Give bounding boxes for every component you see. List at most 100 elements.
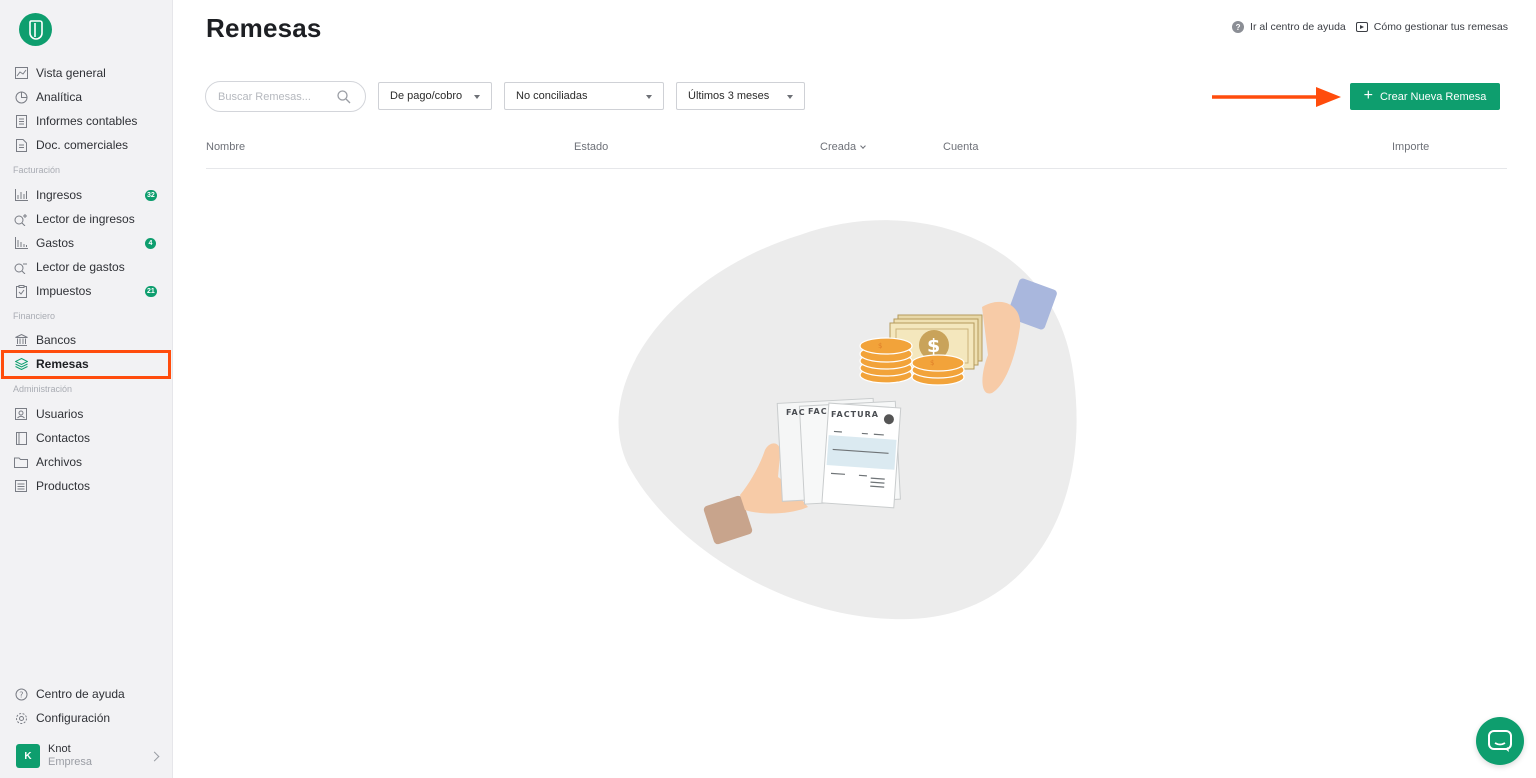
table-header-divider — [206, 168, 1507, 169]
sidebar-item-informes-contables[interactable]: Informes contables — [0, 109, 173, 133]
sidebar-item-productos[interactable]: Productos — [0, 474, 173, 498]
column-header-nombre[interactable]: Nombre — [206, 141, 245, 153]
question-icon: ? — [1232, 21, 1245, 33]
account-name: Knot — [48, 743, 71, 755]
sidebar-item-label: Analítica — [36, 90, 83, 104]
search-minus-icon — [14, 260, 28, 274]
sidebar-item-label: Gastos — [36, 236, 75, 250]
coin-dollar-symbol: $ — [878, 342, 882, 350]
empty-state-illustration: $ $ $ FAC FAC FACTURA — [618, 220, 1077, 620]
caret-down-icon — [474, 95, 480, 99]
sidebar-item-label: Lector de gastos — [36, 260, 125, 274]
create-remesa-label: Crear Nueva Remesa — [1379, 90, 1487, 103]
sidebar-item-lector-ingresos[interactable]: Lector de ingresos — [0, 207, 173, 231]
layers-icon — [14, 357, 28, 371]
sidebar-item-label: Contactos — [36, 431, 91, 445]
column-header-creada[interactable]: Creada — [820, 141, 866, 153]
sidebar-item-label: Bancos — [36, 333, 77, 347]
account-info: Knot Empresa — [48, 743, 92, 769]
sidebar-item-impuestos[interactable]: Impuestos 21 — [0, 279, 173, 303]
chat-support-button[interactable] — [1476, 717, 1524, 765]
sidebar-item-doc-comerciales[interactable]: Doc. comerciales — [0, 133, 173, 157]
invoice-label: FACTURA — [831, 410, 879, 419]
app-logo[interactable] — [19, 13, 52, 46]
caret-down-icon — [646, 95, 652, 99]
gear-icon — [14, 711, 28, 725]
sidebar-item-contactos[interactable]: Contactos — [0, 426, 173, 450]
bar-chart-down-icon — [14, 236, 28, 250]
sidebar-item-label: Ingresos — [36, 188, 83, 202]
sidebar-item-configuracion[interactable]: Configuración — [0, 706, 173, 730]
chart-area-icon — [14, 66, 28, 80]
address-book-icon — [14, 431, 28, 445]
caret-down-icon — [787, 95, 793, 99]
user-card-icon — [14, 407, 28, 421]
sidebar-item-label: Impuestos — [36, 284, 92, 298]
sidebar-item-label: Vista general — [36, 66, 106, 80]
svg-text:?: ? — [19, 690, 23, 699]
sidebar-item-vista-general[interactable]: Vista general — [0, 61, 173, 85]
plus-icon: + — [1363, 86, 1373, 104]
sidebar-item-label: Remesas — [36, 357, 89, 371]
sidebar-item-usuarios[interactable]: Usuarios — [0, 402, 173, 426]
app: Vista general Analítica Informes contabl… — [0, 0, 1536, 778]
sidebar-item-archivos[interactable]: Archivos — [0, 450, 173, 474]
video-guide-link[interactable]: Cómo gestionar tus remesas — [1355, 21, 1508, 33]
type-filter-value: De pago/cobro — [390, 90, 463, 102]
column-header-estado[interactable]: Estado — [574, 141, 608, 153]
invoice-label: FAC — [808, 407, 828, 416]
sidebar-item-label: Informes contables — [36, 114, 138, 128]
help-icon: ? — [14, 687, 28, 701]
sort-chevron-down-icon — [860, 143, 866, 149]
sidebar-item-label: Configuración — [36, 711, 111, 725]
coin-dollar-symbol: $ — [930, 359, 934, 367]
status-filter-value: No conciliadas — [516, 90, 588, 102]
sidebar-item-label: Doc. comerciales — [36, 138, 129, 152]
arrow-right-annotation-icon — [1212, 87, 1341, 107]
document-icon — [14, 138, 28, 152]
section-label-facturacion: Facturación — [13, 165, 61, 175]
search-box[interactable] — [205, 81, 366, 112]
section-label-administracion: Administración — [13, 384, 73, 394]
header-links: ? Ir al centro de ayuda Cómo gestionar t… — [1222, 21, 1508, 33]
count-badge: 32 — [145, 190, 157, 201]
sidebar-item-label: Centro de ayuda — [36, 687, 125, 701]
search-input[interactable] — [218, 90, 328, 103]
help-center-link[interactable]: ? Ir al centro de ayuda — [1232, 21, 1346, 33]
avatar: K — [16, 744, 40, 768]
chat-bubble-icon — [1488, 730, 1512, 752]
account-switcher[interactable]: K Knot Empresa — [16, 743, 166, 769]
sidebar-item-lector-gastos[interactable]: Lector de gastos — [0, 255, 173, 279]
sidebar-item-ingresos[interactable]: Ingresos 32 — [0, 183, 173, 207]
sidebar-item-label: Archivos — [36, 455, 83, 469]
invoice-label: FAC — [786, 408, 806, 417]
create-remesa-button[interactable]: + Crear Nueva Remesa — [1350, 83, 1500, 110]
sidebar-item-remesas[interactable]: Remesas — [0, 352, 173, 376]
sidebar-item-centro-ayuda[interactable]: ? Centro de ayuda — [0, 682, 173, 706]
play-video-icon — [1355, 22, 1368, 32]
period-filter-value: Últimos 3 meses — [688, 90, 770, 102]
ledger-icon — [14, 114, 28, 128]
box-list-icon — [14, 479, 28, 493]
sidebar-item-analitica[interactable]: Analítica — [0, 85, 173, 109]
sidebar-item-gastos[interactable]: Gastos 4 — [0, 231, 173, 255]
video-guide-link-label: Cómo gestionar tus remesas — [1373, 21, 1508, 33]
type-filter-select[interactable]: De pago/cobro — [378, 82, 492, 110]
sidebar-item-label: Lector de ingresos — [36, 212, 135, 226]
sidebar: Vista general Analítica Informes contabl… — [0, 0, 173, 778]
column-header-creada-label: Creada — [820, 141, 857, 153]
clipboard-icon — [14, 284, 28, 298]
account-type: Empresa — [48, 756, 93, 768]
status-filter-select[interactable]: No conciliadas — [504, 82, 664, 110]
sidebar-item-bancos[interactable]: Bancos — [0, 328, 173, 352]
count-badge: 21 — [145, 286, 157, 297]
column-header-importe[interactable]: Importe — [1392, 141, 1429, 153]
help-center-link-label: Ir al centro de ayuda — [1250, 21, 1346, 33]
sidebar-item-label: Productos — [36, 479, 91, 493]
period-filter-select[interactable]: Últimos 3 meses — [676, 82, 805, 110]
leaf-logo-icon — [28, 19, 43, 40]
search-icon[interactable] — [337, 90, 351, 104]
bank-icon — [14, 333, 28, 347]
section-label-financiero: Financiero — [13, 311, 56, 321]
column-header-cuenta[interactable]: Cuenta — [943, 141, 978, 153]
